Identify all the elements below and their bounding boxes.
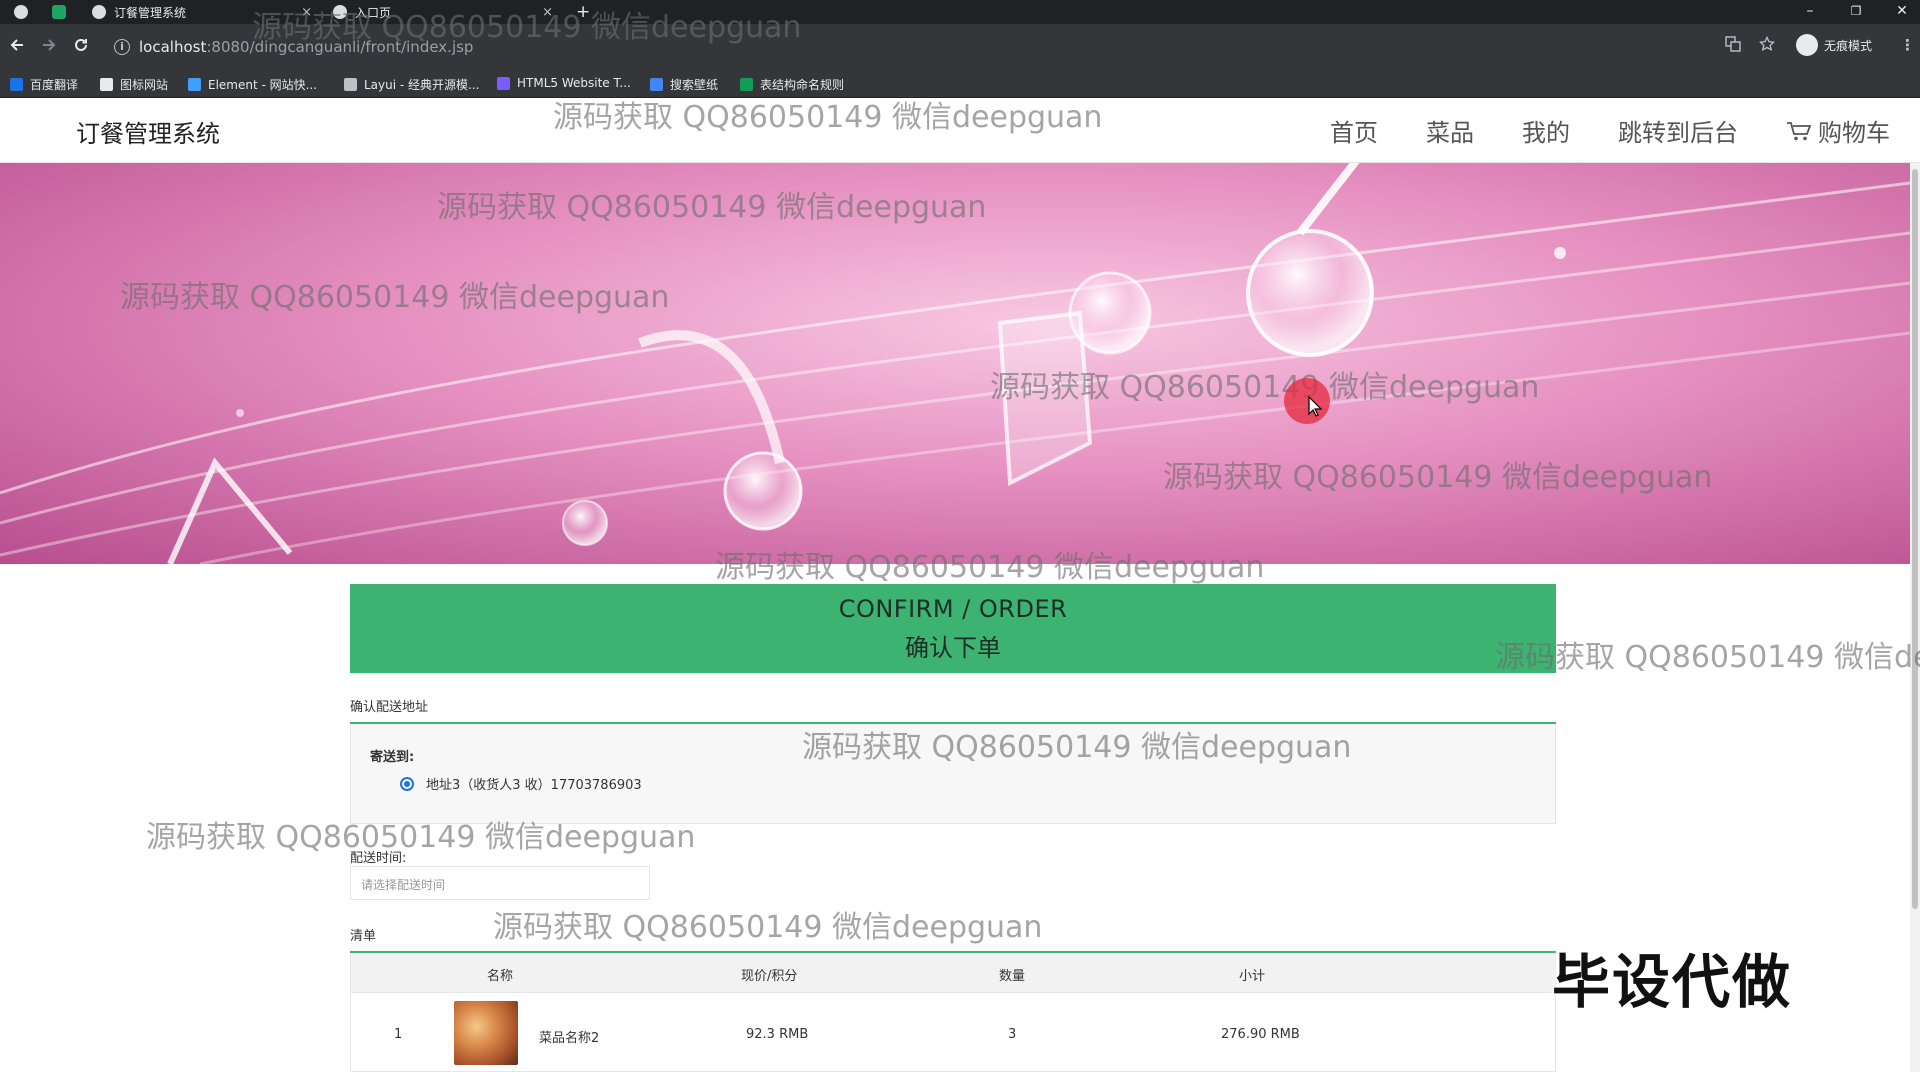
bookmark-item[interactable]: 百度翻译 (10, 76, 78, 93)
bookmark-label: Element - 网站快... (208, 78, 318, 92)
reload-icon (75, 38, 87, 51)
close-window-button[interactable]: ✕ (1886, 0, 1918, 24)
globe-icon (92, 5, 106, 19)
main-nav: 首页 菜品 我的 跳转到后台 购物车 (1282, 113, 1890, 148)
profile-label: 无痕模式 (1824, 38, 1873, 53)
arrow-left-icon (10, 39, 23, 51)
tab-title: 入口页 (355, 5, 392, 20)
nav-mine[interactable]: 我的 (1522, 113, 1570, 148)
music-notes-illustration (0, 163, 1910, 564)
reload-button[interactable] (68, 34, 94, 60)
scrollbar-thumb[interactable] (1912, 169, 1918, 909)
dish-subtotal: 276.90 RMB (1221, 1027, 1300, 1042)
bookmark-favicon-icon (497, 76, 510, 90)
bookmark-star-icon[interactable] (1758, 35, 1776, 56)
bookmark-favicon-icon (10, 78, 23, 91)
table-header: 名称 现价/积分 数量 小计 (351, 953, 1555, 993)
bookmark-favicon-icon (740, 78, 753, 91)
bookmark-favicon-icon (344, 78, 357, 91)
bookmark-item[interactable]: 搜索壁纸 (650, 76, 718, 93)
nav-cart[interactable]: 购物车 (1786, 113, 1890, 148)
nav-home[interactable]: 首页 (1330, 113, 1378, 148)
translate-icon[interactable] (1725, 36, 1741, 56)
restore-button[interactable]: ❐ (1840, 0, 1872, 24)
bookmark-favicon-icon (188, 78, 201, 91)
nav-admin[interactable]: 跳转到后台 (1618, 113, 1738, 148)
url-text[interactable]: localhost:8080/dingcanguanli/front/index… (139, 38, 473, 56)
order-list-label: 清单 (350, 929, 377, 944)
tab-title: 订餐管理系统 (114, 5, 187, 20)
delivery-time-input[interactable]: 请选择配送时间 (350, 866, 650, 900)
dish-qty: 3 (1008, 1027, 1017, 1042)
bookmarks-bar: 百度翻译 图标网站 Element - 网站快... Layui - 经典开源模...… (0, 70, 1920, 98)
bookmark-item[interactable]: HTML5 Website T... (497, 76, 631, 90)
header-price: 现价/积分 (741, 969, 798, 984)
site-title: 订餐管理系统 (76, 120, 220, 148)
tab-pinned[interactable] (52, 0, 76, 24)
info-icon[interactable]: i (114, 39, 130, 55)
address-option[interactable]: 地址3（收货人3 收）17703786903 (400, 774, 642, 793)
watermark-text: 源码获取 QQ86050149 微信deepguan (493, 910, 1043, 945)
minimize-button[interactable]: – (1794, 0, 1826, 24)
confirm-title-en: CONFIRM / ORDER (838, 595, 1068, 623)
incognito-profile[interactable]: 无痕模式 (1796, 34, 1872, 56)
address-radio[interactable] (400, 776, 414, 791)
plus-icon: + (576, 2, 591, 22)
promo-stamp: 毕设代做 (1552, 948, 1793, 1016)
incognito-icon (1796, 34, 1818, 56)
nav-dishes[interactable]: 菜品 (1426, 113, 1474, 148)
tab-chrome-menu[interactable] (14, 0, 34, 24)
cart-icon (1786, 120, 1812, 142)
order-table: 名称 现价/积分 数量 小计 1 菜品名称2 92.3 RMB 3 276.90… (350, 953, 1556, 1072)
bookmark-item[interactable]: 表结构命名规则 (740, 76, 844, 93)
dish-thumbnail (454, 1001, 518, 1065)
header-qty: 数量 (999, 969, 1026, 984)
nav-cart-label: 购物车 (1818, 119, 1890, 147)
delivery-time-label: 配送时间: (350, 851, 407, 866)
bookmark-label: 搜索壁纸 (670, 78, 719, 92)
browser-tab-bar: 订餐管理系统 × 入口页 × + – ❐ ✕ (0, 0, 1920, 24)
globe-icon (333, 5, 347, 19)
bookmark-label: 图标网站 (120, 78, 169, 92)
confirm-order-banner: CONFIRM / ORDER 确认下单 (350, 584, 1556, 673)
header-name: 名称 (487, 969, 514, 984)
back-button[interactable] (4, 34, 30, 60)
site-header: 订餐管理系统 首页 菜品 我的 跳转到后台 购物车 (0, 98, 1920, 163)
dish-name: 菜品名称2 (539, 1031, 600, 1046)
chrome-icon (14, 5, 28, 19)
menu-kebab-icon[interactable]: ⋮ (1900, 36, 1915, 54)
address-bar[interactable]: i localhost:8080/dingcanguanli/front/ind… (106, 30, 1766, 64)
bookmark-favicon-icon (100, 78, 113, 91)
sheet-icon (52, 5, 66, 19)
forward-button[interactable] (36, 34, 62, 60)
address-box: 寄送到: 地址3（收货人3 收）17703786903 (350, 724, 1556, 824)
address-text: 地址3（收货人3 收）17703786903 (426, 778, 642, 793)
row-index: 1 (394, 1027, 403, 1042)
mouse-cursor (1284, 378, 1330, 424)
confirm-title-cn: 确认下单 (905, 634, 1001, 662)
arrow-right-icon (43, 39, 56, 51)
tab-entry-page[interactable]: 入口页 × (333, 0, 553, 24)
hero-banner (0, 163, 1910, 564)
bookmark-label: 百度翻译 (30, 78, 79, 92)
close-tab-icon[interactable]: × (542, 5, 553, 20)
bookmark-label: Layui - 经典开源模... (364, 78, 480, 92)
bookmark-item[interactable]: Layui - 经典开源模... (344, 76, 479, 93)
watermark-text: 源码获取 QQ86050149 微信deepguan (1495, 640, 1920, 675)
bookmark-item[interactable]: Element - 网站快... (188, 76, 317, 93)
browser-toolbar: i localhost:8080/dingcanguanli/front/ind… (0, 24, 1920, 70)
pointer-icon (1308, 396, 1323, 417)
bookmark-item[interactable]: 图标网站 (100, 76, 168, 93)
dish-price: 92.3 RMB (746, 1027, 809, 1042)
bookmark-label: HTML5 Website T... (517, 76, 631, 90)
tab-order-system[interactable]: 订餐管理系统 × (92, 0, 312, 24)
new-tab-button[interactable]: + (576, 0, 596, 24)
bookmark-favicon-icon (650, 78, 663, 91)
bookmark-label: 表结构命名规则 (760, 78, 845, 92)
address-section-label: 确认配送地址 (350, 700, 429, 715)
send-to-label: 寄送到: (370, 750, 415, 765)
close-tab-icon[interactable]: × (301, 5, 312, 20)
header-subtotal: 小计 (1239, 969, 1266, 984)
page-scrollbar[interactable] (1910, 163, 1920, 1072)
